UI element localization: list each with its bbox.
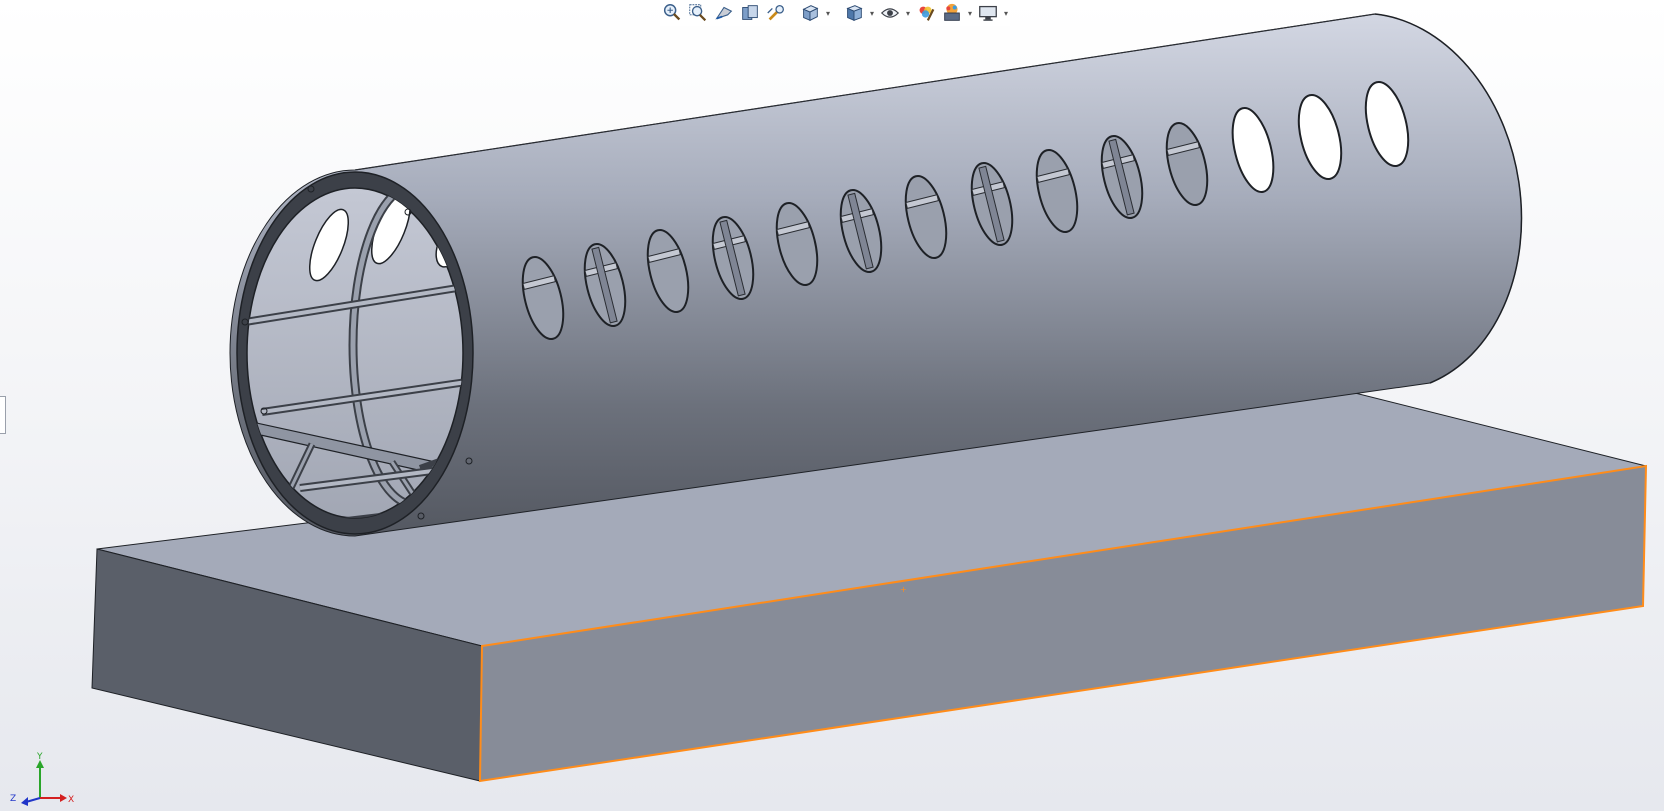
graphics-area[interactable]: + [0, 0, 1664, 811]
edge-midpoint-marker: + [900, 585, 907, 594]
collapsed-panel-tab[interactable] [0, 396, 6, 434]
z-axis-head [21, 797, 28, 806]
y-axis-label: Y [36, 752, 43, 762]
z-axis-label: Z [10, 794, 16, 804]
x-axis-label: X [68, 795, 74, 805]
x-axis-head [60, 794, 67, 802]
z-axis-arrow [25, 797, 41, 803]
reference-triad: Y X Z [10, 752, 74, 806]
